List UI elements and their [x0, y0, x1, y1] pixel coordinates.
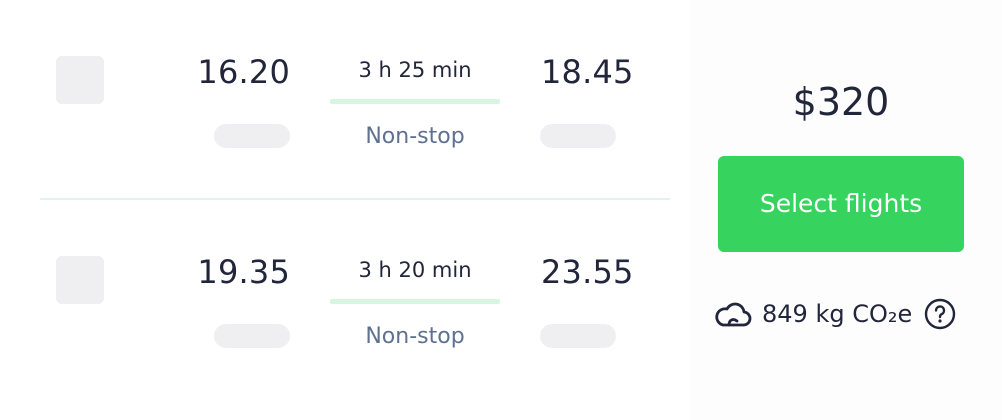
flight-legs: 16.20 3 h 25 min Non-stop 18.45 19.35 3 …: [0, 0, 690, 420]
airline-logo-placeholder: [56, 256, 104, 304]
flight-result-card[interactable]: 16.20 3 h 25 min Non-stop 18.45 19.35 3 …: [0, 0, 1002, 420]
airline-logo-placeholder: [56, 56, 104, 104]
arrival-airport-placeholder: [540, 324, 616, 348]
emissions-value: 849 kg CO₂e: [762, 300, 913, 328]
route-line: [330, 299, 500, 304]
flight-duration: 3 h 20 min: [358, 258, 472, 282]
departure-airport-placeholder: [214, 124, 290, 148]
outbound-leg: 16.20 3 h 25 min Non-stop 18.45: [0, 0, 690, 200]
flight-duration: 3 h 25 min: [358, 58, 472, 82]
route-line: [330, 99, 500, 104]
return-leg: 19.35 3 h 20 min Non-stop 23.55: [0, 200, 690, 400]
departure-airport-placeholder: [214, 324, 290, 348]
departure-time: 19.35: [197, 253, 290, 291]
price-label: $320: [792, 80, 890, 124]
stops-label: Non-stop: [365, 124, 465, 149]
stops-label: Non-stop: [365, 324, 465, 349]
arrival-time: 23.55: [541, 253, 634, 291]
arrival-airport-placeholder: [540, 124, 616, 148]
question-icon[interactable]: [924, 298, 956, 330]
co2-emissions: 849 kg CO₂e: [714, 295, 956, 333]
select-flights-button[interactable]: Select flights: [718, 156, 964, 252]
departure-time: 16.20: [197, 53, 290, 91]
cloud-icon: [714, 299, 752, 329]
arrival-time: 18.45: [541, 53, 634, 91]
